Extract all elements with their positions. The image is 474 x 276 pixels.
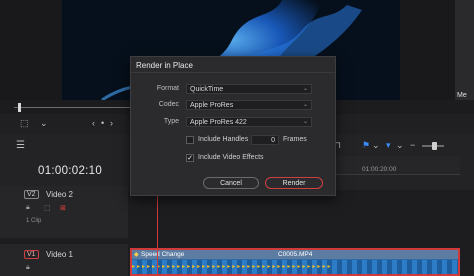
zoom-out-icon[interactable]: −	[410, 140, 415, 150]
panel-label: Me	[457, 92, 467, 99]
handles-value: 0	[271, 137, 275, 144]
scrub-bar[interactable]	[14, 107, 134, 108]
handles-frames-input[interactable]: 0	[251, 135, 279, 145]
include-handles-checkbox[interactable]	[186, 136, 194, 144]
zoom-slider-handle[interactable]	[432, 142, 437, 150]
type-value: Apple ProRes 422	[190, 119, 247, 126]
speed-icon: ◆	[134, 252, 139, 258]
type-select[interactable]: Apple ProRes 422 ⌄	[186, 117, 312, 127]
codec-label: Codec	[158, 101, 179, 108]
frames-unit-label: Frames	[283, 136, 307, 143]
timeline-toolbar: ⊓ ⚑ ⌄ ▾ ⌄ −	[326, 138, 474, 154]
crop-icon[interactable]: ⬚	[20, 118, 29, 129]
divider	[131, 72, 335, 73]
format-value: QuickTime	[190, 86, 224, 93]
lock-icon[interactable]: 🔒︎	[26, 204, 30, 212]
cancel-button[interactable]: Cancel	[203, 177, 259, 189]
clip-count: 1 Clip	[26, 218, 42, 224]
track-name[interactable]: Video 1	[46, 250, 73, 259]
scrub-handle[interactable]	[18, 103, 21, 112]
track-header-v2: V2 Video 2 🔒︎ ⬚ ⊠ 1 Clip	[0, 186, 128, 238]
codec-select[interactable]: Apple ProRes ⌄	[186, 100, 312, 110]
dot-icon[interactable]: •	[101, 118, 104, 128]
chevron-down-icon[interactable]: ⌄	[40, 118, 48, 129]
include-video-effects-checkbox[interactable]: ✓	[186, 154, 194, 162]
clip-filename: C0005.MP4	[278, 251, 313, 258]
chevron-down-icon: ⌄	[302, 102, 308, 108]
chevron-down-icon: ⌄	[302, 119, 308, 125]
next-icon[interactable]: ›	[110, 118, 113, 128]
render-button[interactable]: Render	[265, 177, 323, 189]
chevron-down-icon[interactable]: ⌄	[372, 140, 380, 151]
include-video-effects-label: Include Video Effects	[198, 154, 264, 161]
previous-icon[interactable]: ‹	[92, 118, 95, 128]
clip-titlebar: ◆ Speed Change C0005.MP4	[132, 250, 458, 259]
lock-icon[interactable]: 🔒︎	[26, 264, 30, 272]
format-label: Format	[156, 85, 179, 92]
clip-speed-label: Speed Change	[141, 251, 185, 258]
track-tag[interactable]: V2	[24, 190, 39, 199]
timeline-clip[interactable]: ◆ Speed Change C0005.MP4 ▸▸▸▸▸▸▸▸▸▸▸▸▸▸▸…	[130, 248, 460, 276]
chevron-down-icon: ⌄	[302, 86, 308, 92]
type-label: Type	[163, 118, 179, 125]
auto-select-icon[interactable]: ⬚	[44, 204, 51, 212]
render-in-place-dialog: Render in Place Format QuickTime ⌄ Codec…	[130, 56, 336, 196]
flag-icon[interactable]: ⚑	[362, 140, 370, 151]
marker-icon[interactable]: ▾	[386, 140, 391, 151]
timeline-view-icon[interactable]: ☰	[16, 140, 25, 151]
ruler-timecode: 01:00:20:00	[362, 166, 397, 173]
chevron-down-icon[interactable]: ⌄	[396, 140, 404, 151]
track-name[interactable]: Video 2	[46, 190, 73, 199]
codec-value: Apple ProRes	[190, 102, 234, 109]
dialog-title: Render in Place	[136, 61, 193, 70]
disable-track-icon[interactable]: ⊠	[60, 204, 66, 212]
speed-arrows-icon: ▸▸▸▸▸▸▸▸▸▸▸▸▸▸▸▸▸▸▸▸▸▸▸▸▸▸▸▸▸▸▸▸▸▸▸▸▸▸▸▸	[132, 264, 333, 270]
track-header-v1: V1 Video 1 🔒︎	[0, 244, 128, 276]
include-handles-label: Include Handles	[198, 136, 249, 143]
track-tag[interactable]: V1	[24, 250, 39, 259]
timecode-display: 01:00:02:10	[38, 165, 103, 177]
format-select[interactable]: QuickTime ⌄	[186, 84, 312, 94]
